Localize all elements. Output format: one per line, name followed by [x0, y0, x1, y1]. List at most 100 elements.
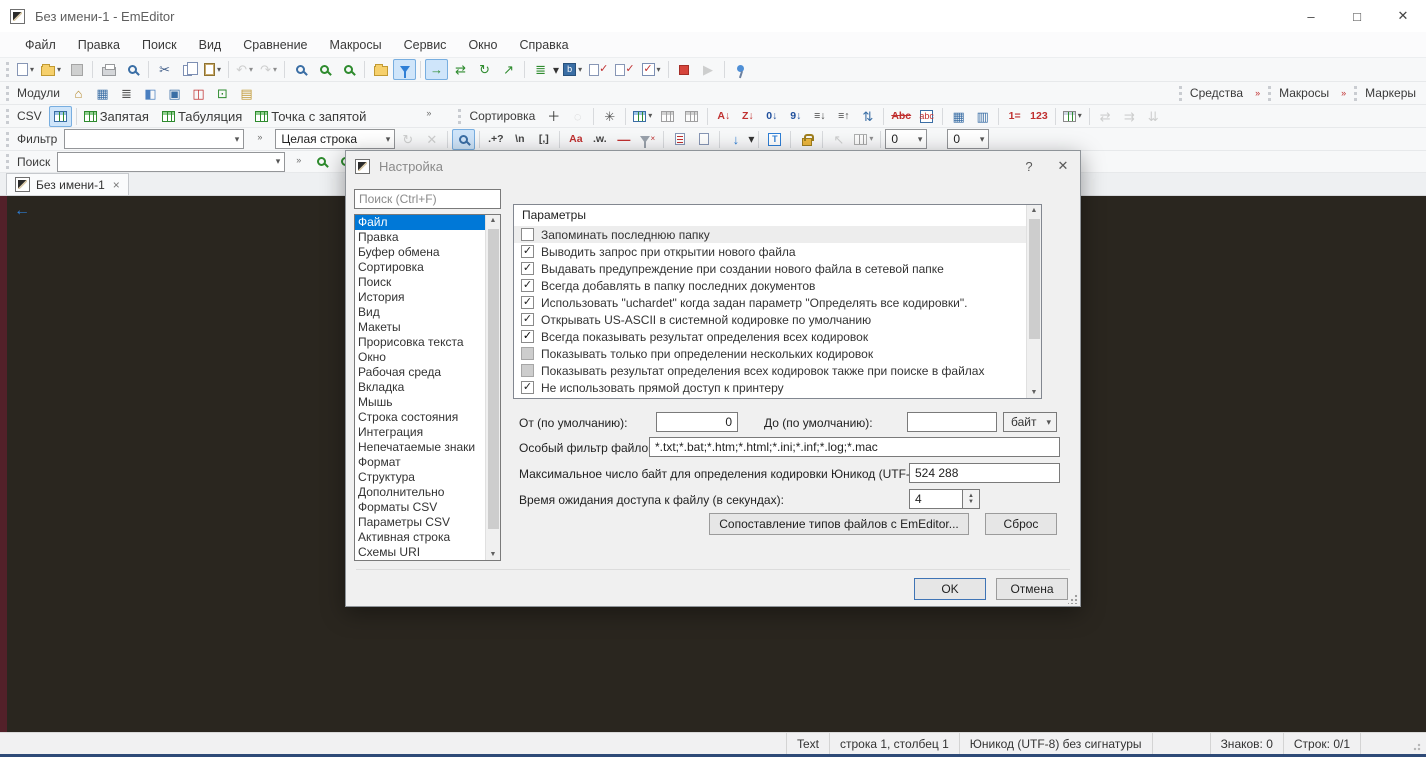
redo-button[interactable]: ↷▾ — [257, 59, 280, 80]
csv-mode-button[interactable] — [49, 106, 72, 127]
checkbox[interactable] — [521, 381, 534, 394]
status-char-count[interactable]: Знаков: 0 — [1210, 733, 1283, 754]
find-previous-button[interactable] — [337, 59, 360, 80]
timeout-input[interactable] — [909, 489, 963, 509]
menu-file[interactable]: Файл — [14, 32, 67, 57]
dialog-resize-grip[interactable] — [1068, 594, 1078, 604]
category-search[interactable]: Поиск — [355, 275, 500, 290]
toolbar-grip[interactable] — [6, 86, 9, 101]
category-csv-formats[interactable]: Форматы CSV — [355, 500, 500, 515]
category-window[interactable]: Окно — [355, 350, 500, 365]
find-next-button[interactable] — [313, 59, 336, 80]
row-heading-button[interactable]: ▾ — [1060, 106, 1085, 127]
filter-toolbar-toggle[interactable] — [393, 59, 416, 80]
close-button[interactable]: ✕ — [1380, 0, 1426, 32]
scroll-up-icon[interactable]: ▲ — [490, 217, 497, 224]
category-clipboard[interactable]: Буфер обмена — [355, 245, 500, 260]
option-prompt-new-file[interactable]: Выводить запрос при открытии нового файл… — [514, 243, 1041, 260]
module-icon-6[interactable]: ◫ — [187, 83, 210, 104]
status-cursor-position[interactable]: строка 1, столбец 1 — [829, 733, 959, 754]
file-associations-button[interactable]: Сопоставление типов файлов с EmEditor... — [709, 513, 969, 535]
new-file-button[interactable]: ▾ — [14, 59, 37, 80]
reverse-order-button[interactable]: ⇅ — [856, 106, 879, 127]
search-input[interactable]: ▾ — [57, 152, 285, 172]
option-always-show-detection-result[interactable]: Всегда показывать результат определения … — [514, 328, 1041, 345]
category-uri-schemes[interactable]: Схемы URI — [355, 545, 500, 560]
macro-edit-button[interactable]: ✓ — [586, 59, 611, 80]
category-status-bar[interactable]: Строка состояния — [355, 410, 500, 425]
overflow-chevron-icon[interactable]: » — [426, 108, 431, 118]
filter-clear-button[interactable]: ✕ — [420, 129, 443, 150]
delete-duplicates-button[interactable]: Abc — [888, 106, 914, 127]
filter-input[interactable]: ▾ — [64, 129, 244, 149]
category-tab[interactable]: Вкладка — [355, 380, 500, 395]
undo-button[interactable]: ↶▾ — [233, 59, 256, 80]
option-add-recent-documents[interactable]: Всегда добавлять в папку последних докум… — [514, 277, 1041, 294]
remove-filter-button[interactable]: × — [636, 129, 659, 150]
overflow-chevron-icon[interactable]: » — [1255, 88, 1260, 98]
paste-button[interactable]: ▾ — [201, 59, 224, 80]
menu-search[interactable]: Поиск — [131, 32, 188, 57]
sort-add-button[interactable]: ＋ — [542, 106, 565, 127]
filter-count-combo[interactable]: 0▾ — [885, 129, 927, 149]
select-pointer-button[interactable]: ↖ — [827, 129, 850, 150]
sort-ascending-numbers-button[interactable]: 0↓ — [760, 106, 783, 127]
dialog-help-button[interactable]: ? — [1012, 151, 1046, 181]
menu-view[interactable]: Вид — [188, 32, 233, 57]
encoding-button[interactable]: b▾ — [560, 59, 585, 80]
module-icon-4[interactable]: ◧ — [139, 83, 162, 104]
reset-button[interactable]: Сброс — [985, 513, 1057, 535]
convert-button-1[interactable]: ⇄ — [1094, 106, 1117, 127]
checkbox[interactable] — [521, 296, 534, 309]
macro-options-button[interactable]: ✓▾ — [639, 59, 664, 80]
toolbar-grip[interactable] — [6, 132, 9, 147]
overflow-chevron-icon[interactable]: » — [296, 155, 301, 165]
cancel-button[interactable]: Отмена — [996, 578, 1068, 600]
negative-filter-button[interactable]: — — [612, 129, 635, 150]
category-workspace[interactable]: Рабочая среда — [355, 365, 500, 380]
checkbox[interactable] — [521, 330, 534, 343]
category-file[interactable]: Файл — [355, 215, 500, 230]
category-format[interactable]: Формат — [355, 455, 500, 470]
panel-button[interactable]: ▾ — [851, 129, 876, 150]
run-macro-button[interactable]: ▶ — [697, 59, 720, 80]
toolbar-grip[interactable] — [1354, 86, 1357, 101]
option-remember-last-folder[interactable]: Запоминать последнюю папку — [514, 226, 1041, 243]
ok-button[interactable]: OK — [914, 578, 986, 600]
menu-help[interactable]: Справка — [508, 32, 579, 57]
print-preview-button[interactable] — [121, 59, 144, 80]
checkbox[interactable] — [521, 262, 534, 275]
category-history[interactable]: История — [355, 290, 500, 305]
option-warn-network-folder[interactable]: Выдавать предупреждение при создании нов… — [514, 260, 1041, 277]
module-icon-5[interactable]: ▣ — [163, 83, 186, 104]
option-open-us-ascii[interactable]: Открывать US-ASCII в системной кодировке… — [514, 311, 1041, 328]
minimize-button[interactable]: – — [1288, 0, 1334, 32]
save-button[interactable] — [65, 59, 88, 80]
outline-button[interactable]: ≣ — [529, 59, 552, 80]
category-layouts[interactable]: Макеты — [355, 320, 500, 335]
tab-untitled-1[interactable]: Без имени-1 × — [6, 173, 129, 195]
to-input[interactable] — [907, 412, 997, 432]
column-select-button[interactable]: ▾ — [630, 106, 655, 127]
option-use-uchardet[interactable]: Использовать "uchardet" когда задан пара… — [514, 294, 1041, 311]
split-columns-button[interactable]: ▦ — [947, 106, 970, 127]
cut-button[interactable]: ✂ — [153, 59, 176, 80]
menu-compare[interactable]: Сравнение — [232, 32, 318, 57]
tab-close-icon[interactable]: × — [113, 178, 120, 192]
from-input[interactable] — [656, 412, 738, 432]
csv-comma-button[interactable]: Запятая — [81, 106, 158, 127]
combine-columns-button[interactable]: ▥ — [971, 106, 994, 127]
convert-button-3[interactable]: ⇊ — [1142, 106, 1165, 127]
extract-lines-button[interactable]: ↓ — [724, 129, 747, 150]
checkbox[interactable] — [521, 228, 534, 241]
unit-combo[interactable]: байт▾ — [1003, 412, 1057, 432]
category-scrollbar[interactable]: ▲ ▼ — [485, 215, 500, 560]
abc-box-button[interactable]: abc — [915, 106, 938, 127]
unmatched-lines-button[interactable] — [692, 129, 715, 150]
matched-lines-button[interactable] — [668, 129, 691, 150]
fuzzy-button[interactable]: [,] — [532, 129, 555, 150]
category-edit[interactable]: Правка — [355, 230, 500, 245]
csv-nav-right-button[interactable]: → — [425, 59, 448, 80]
category-sort[interactable]: Сортировка — [355, 260, 500, 275]
copy-button[interactable] — [177, 59, 200, 80]
